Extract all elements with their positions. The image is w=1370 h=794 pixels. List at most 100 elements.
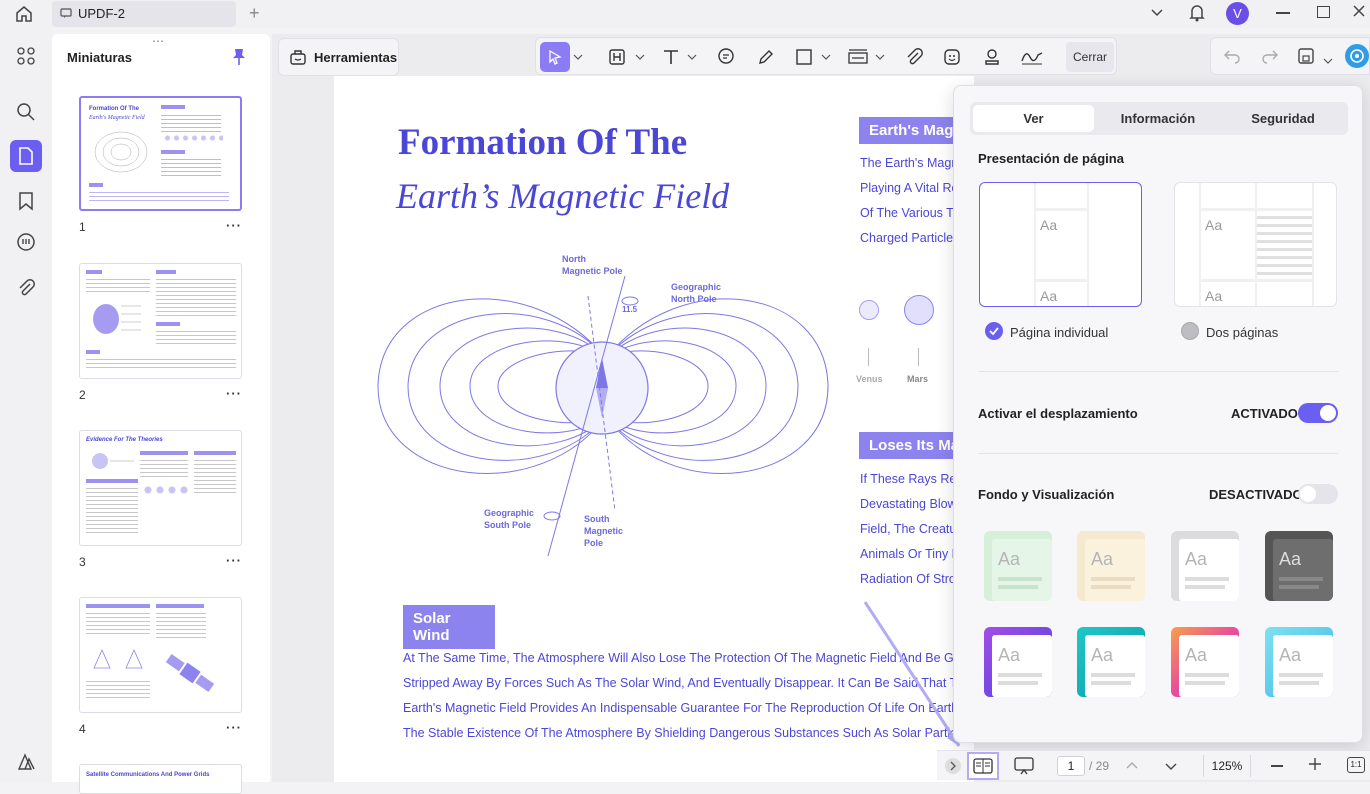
background-state: DESACTIVADO bbox=[1209, 487, 1303, 502]
aa-glyph: Aa bbox=[1091, 549, 1114, 569]
aa-glyph: Aa bbox=[1040, 217, 1058, 233]
document-tab[interactable]: UPDF-2 bbox=[52, 1, 236, 27]
page-display-button[interactable] bbox=[967, 752, 999, 780]
comment-tool-button[interactable] bbox=[712, 42, 740, 72]
comments-icon[interactable] bbox=[10, 227, 42, 259]
theme-swatch-sky[interactable]: Aa bbox=[1265, 627, 1333, 697]
select-tool-button[interactable] bbox=[540, 42, 570, 72]
close-icon[interactable] bbox=[1352, 4, 1366, 23]
chevron-down-icon[interactable] bbox=[1150, 6, 1164, 25]
pin-icon[interactable] bbox=[232, 48, 246, 71]
tab-information[interactable]: Información bbox=[1096, 105, 1220, 132]
page-thumbnail-3[interactable]: Evidence For The Theories bbox=[79, 430, 242, 546]
layers-icon[interactable] bbox=[10, 746, 42, 778]
page-number-input[interactable]: 1 bbox=[1057, 756, 1085, 776]
single-page-radio[interactable] bbox=[985, 322, 1003, 340]
page-thumbnail-1[interactable]: Formation Of The Earth's Magnetic Field bbox=[79, 96, 242, 211]
pencil-tool-button[interactable] bbox=[752, 42, 780, 72]
scroll-state: ACTIVADO bbox=[1231, 406, 1298, 421]
theme-swatch-teal[interactable]: Aa bbox=[1077, 627, 1145, 697]
theme-swatch-sunset[interactable]: Aa bbox=[1171, 627, 1239, 697]
diagram-label: Geographic bbox=[671, 282, 722, 292]
collapse-icon[interactable] bbox=[945, 758, 961, 774]
ai-assistant-icon[interactable] bbox=[1345, 44, 1369, 68]
chevron-down-icon[interactable] bbox=[1323, 52, 1333, 70]
maximize-icon[interactable] bbox=[1317, 6, 1330, 18]
tools-button[interactable]: Herramientas bbox=[278, 38, 399, 76]
thumbnails-icon[interactable] bbox=[10, 140, 42, 172]
undo-icon[interactable] bbox=[1223, 48, 1241, 69]
planet-mars bbox=[904, 295, 934, 325]
theme-swatch-sepia[interactable]: Aa bbox=[1077, 531, 1145, 601]
sticker-tool-button[interactable] bbox=[938, 42, 966, 72]
comment-icon bbox=[60, 8, 72, 18]
page-thumbnail-4[interactable] bbox=[79, 597, 242, 713]
tab-view[interactable]: Ver bbox=[973, 105, 1094, 132]
thumbnail-sidebar: ⋯ Miniaturas Formation Of The Earth's Ma… bbox=[52, 34, 270, 794]
zoom-in-icon[interactable] bbox=[1307, 756, 1323, 777]
bell-icon[interactable] bbox=[1188, 3, 1206, 28]
new-tab-icon[interactable]: + bbox=[249, 3, 260, 24]
two-page-option[interactable]: Aa Aa bbox=[1174, 182, 1337, 307]
zoom-out-icon[interactable] bbox=[1271, 765, 1283, 767]
background-toggle[interactable] bbox=[1298, 484, 1338, 504]
prev-page-icon[interactable] bbox=[1125, 759, 1139, 778]
tab-security[interactable]: Seguridad bbox=[1222, 105, 1344, 132]
stamp-tool-button[interactable] bbox=[844, 42, 872, 72]
home-icon[interactable] bbox=[14, 4, 34, 29]
bottom-bar: 1 / 29 125% 1:1 bbox=[937, 750, 1370, 780]
apps-grid-icon[interactable] bbox=[10, 40, 42, 72]
signature-tool-button[interactable] bbox=[1016, 42, 1048, 72]
aa-glyph: Aa bbox=[1185, 549, 1208, 569]
theme-swatch-purple[interactable]: Aa bbox=[984, 627, 1052, 697]
zoom-level[interactable]: 125% bbox=[1203, 755, 1251, 777]
tools-label: Herramientas bbox=[314, 50, 398, 65]
search-icon[interactable] bbox=[10, 96, 42, 128]
chevron-down-icon[interactable] bbox=[820, 42, 832, 72]
signature-stamp-button[interactable] bbox=[978, 42, 1006, 72]
avatar[interactable]: V bbox=[1226, 2, 1249, 25]
chevron-down-icon[interactable] bbox=[572, 42, 584, 72]
close-toolbar-button[interactable]: Cerrar bbox=[1066, 42, 1114, 72]
minimize-icon[interactable] bbox=[1276, 12, 1290, 14]
redo-icon[interactable] bbox=[1261, 48, 1279, 69]
presentation-icon[interactable] bbox=[1013, 755, 1035, 782]
shape-tool-button[interactable] bbox=[792, 42, 816, 72]
sidebar-title: Miniaturas bbox=[67, 50, 133, 65]
body-line: Animals Or Tiny M bbox=[860, 547, 963, 561]
magnetic-field-diagram bbox=[377, 275, 829, 556]
highlight-tool-button[interactable] bbox=[604, 42, 630, 72]
page-menu-button[interactable]: ··· bbox=[226, 720, 242, 735]
text-tool-button[interactable] bbox=[658, 42, 684, 72]
right-toolbar bbox=[1210, 37, 1370, 75]
single-page-option[interactable]: Aa Aa bbox=[979, 182, 1142, 307]
diagram-label: Geographic bbox=[484, 508, 535, 518]
diagram-label: North Pole bbox=[671, 294, 717, 304]
diagram-label: Magnetic bbox=[584, 526, 624, 536]
page-thumbnail-2[interactable] bbox=[79, 263, 242, 379]
body-line: Radiation Of Stron bbox=[860, 572, 963, 586]
page-thumbnail-5[interactable]: Satellite Communications And Power Grids bbox=[79, 764, 242, 794]
page-menu-button[interactable]: ··· bbox=[226, 553, 242, 568]
theme-swatch-green[interactable]: Aa bbox=[984, 531, 1052, 601]
chevron-down-icon[interactable] bbox=[686, 42, 698, 72]
body-line: Charged Particle F bbox=[860, 231, 965, 245]
theme-swatch-gray[interactable]: Aa bbox=[1171, 531, 1239, 601]
page-menu-button[interactable]: ··· bbox=[226, 386, 242, 401]
toolbox-icon bbox=[290, 50, 306, 65]
page-menu-button[interactable]: ··· bbox=[226, 218, 242, 233]
chevron-down-icon[interactable] bbox=[634, 42, 646, 72]
save-icon[interactable] bbox=[1297, 47, 1315, 70]
drag-handle[interactable]: ⋯ bbox=[152, 34, 165, 48]
next-page-icon[interactable] bbox=[1164, 759, 1178, 778]
actual-size-icon[interactable]: 1:1 bbox=[1347, 757, 1365, 773]
aa-glyph: Aa bbox=[1205, 217, 1223, 233]
attachment-icon[interactable] bbox=[10, 272, 42, 304]
title-bar: UPDF-2 + V bbox=[0, 0, 1370, 28]
bookmark-icon[interactable] bbox=[10, 185, 42, 217]
theme-swatch-dark[interactable]: Aa bbox=[1265, 531, 1333, 601]
two-pages-radio[interactable] bbox=[1181, 322, 1199, 340]
attachment-tool-button[interactable] bbox=[900, 42, 928, 72]
scroll-toggle[interactable] bbox=[1298, 403, 1338, 423]
chevron-down-icon[interactable] bbox=[874, 42, 886, 72]
